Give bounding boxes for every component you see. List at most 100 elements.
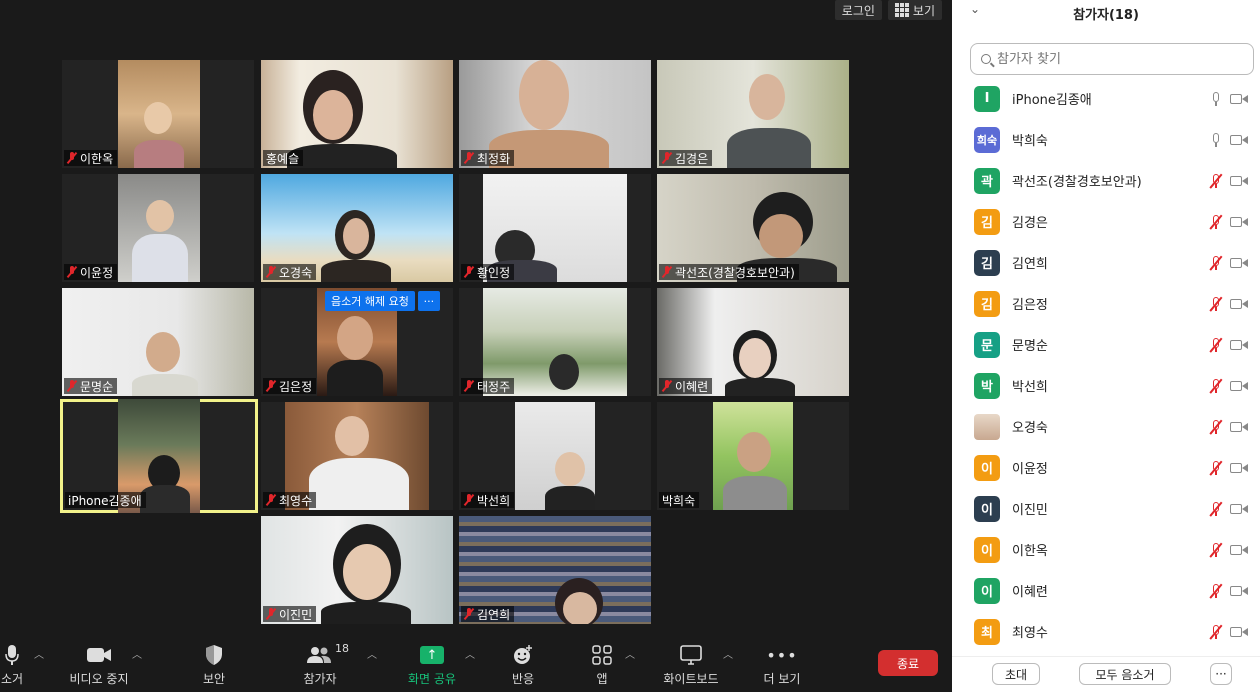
participant-name: 박선희 xyxy=(1012,380,1048,395)
video-camera-icon[interactable] xyxy=(1230,339,1248,351)
participant-row[interactable]: 희숙 박희숙 xyxy=(952,119,1260,160)
video-tile[interactable]: 김연희 xyxy=(459,516,651,624)
more-button[interactable]: ••• 더 보기 xyxy=(762,642,802,687)
login-button[interactable]: 로그인 xyxy=(834,0,882,20)
participant-row[interactable]: 박 박선희 xyxy=(952,365,1260,406)
avatar: 김 xyxy=(974,249,1000,276)
panel-more-button[interactable]: ··· xyxy=(1210,663,1232,685)
video-camera-icon[interactable] xyxy=(1230,503,1248,515)
participant-row[interactable]: 최 최영수 xyxy=(952,611,1260,652)
unmute-request-button[interactable]: 음소거 해제 요청 xyxy=(325,291,415,311)
video-camera-icon[interactable] xyxy=(1230,544,1248,556)
whiteboard-button[interactable]: 화이트보드 xyxy=(660,642,722,687)
mic-muted-icon[interactable] xyxy=(1210,378,1222,393)
participant-name: 이한옥 xyxy=(1012,544,1048,559)
participant-row[interactable]: 김 김은정 xyxy=(952,283,1260,324)
avatar xyxy=(974,413,1000,440)
mic-muted-icon[interactable] xyxy=(1210,624,1222,639)
share-options-caret[interactable]: ︿ xyxy=(465,646,475,661)
participant-row[interactable]: 이 이한옥 xyxy=(952,529,1260,570)
participant-row[interactable]: 오경숙 xyxy=(952,406,1260,447)
participants-options-caret[interactable]: ︿ xyxy=(367,646,377,661)
video-tile[interactable]: 박선희 xyxy=(459,402,651,510)
security-button[interactable]: 보안 xyxy=(198,642,230,687)
participant-row[interactable]: 이 이혜련 xyxy=(952,570,1260,611)
mic-muted-icon[interactable] xyxy=(1210,501,1222,516)
video-tile[interactable]: 황인정 xyxy=(459,174,651,282)
whiteboard-options-caret[interactable]: ︿ xyxy=(723,646,733,661)
video-tile[interactable]: 김경은 xyxy=(657,60,849,168)
video-tile[interactable]: 이윤정 xyxy=(62,174,254,282)
participant-row[interactable]: IiPhone김종애 xyxy=(952,78,1260,119)
apps-button[interactable]: 앱 xyxy=(590,642,614,687)
video-tile[interactable]: 홍예슬 xyxy=(261,60,453,168)
participant-row[interactable]: 문 문명순 xyxy=(952,324,1260,365)
mic-muted-icon[interactable] xyxy=(1210,460,1222,475)
participant-name: 이진민 xyxy=(1012,503,1048,518)
mic-muted-icon xyxy=(464,380,474,392)
end-meeting-button[interactable]: 종료 xyxy=(878,650,938,676)
video-tile[interactable]: 최영수 xyxy=(261,402,453,510)
video-tile[interactable]: 이한옥 xyxy=(62,60,254,168)
video-camera-icon[interactable] xyxy=(1230,462,1248,474)
video-tile[interactable]: 태정주 xyxy=(459,288,651,396)
video-tile[interactable]: 이혜련 xyxy=(657,288,849,396)
video-tile[interactable]: 박희숙 xyxy=(657,402,849,510)
share-label: 화면 공유 xyxy=(408,672,456,686)
tile-more-button[interactable]: ··· xyxy=(417,291,440,311)
participant-name: 김연희 xyxy=(1012,257,1048,272)
mute-all-button[interactable]: 모두 음소거 xyxy=(1079,663,1171,685)
share-screen-button[interactable]: ↑ 화면 공유 xyxy=(404,642,460,687)
video-camera-icon[interactable] xyxy=(1230,175,1248,187)
mic-muted-icon[interactable] xyxy=(1210,419,1222,434)
video-camera-icon[interactable] xyxy=(1230,257,1248,269)
participant-row[interactable]: 곽 곽선조(경찰경호보안과) xyxy=(952,160,1260,201)
search-input[interactable] xyxy=(997,51,1237,67)
microphone-icon[interactable] xyxy=(1210,132,1222,147)
participant-search[interactable] xyxy=(970,43,1254,75)
video-tile[interactable]: 문명순 xyxy=(62,288,254,396)
video-camera-icon[interactable] xyxy=(1230,626,1248,638)
view-button[interactable]: 보기 xyxy=(887,0,942,20)
mic-muted-icon[interactable] xyxy=(1210,296,1222,311)
microphone-icon[interactable] xyxy=(1210,91,1222,106)
video-camera-icon[interactable] xyxy=(1230,216,1248,228)
participant-row[interactable]: 김 김경은 xyxy=(952,201,1260,242)
video-tile[interactable]: 최정화 xyxy=(459,60,651,168)
mute-options-caret[interactable]: ︿ xyxy=(34,646,44,661)
video-camera-icon[interactable] xyxy=(1230,93,1248,105)
video-camera-icon[interactable] xyxy=(1230,585,1248,597)
apps-options-caret[interactable]: ︿ xyxy=(625,646,635,661)
video-tile[interactable]: 오경숙 xyxy=(261,174,453,282)
video-camera-icon[interactable] xyxy=(1230,298,1248,310)
tile-name-tag: 홍예슬 xyxy=(263,150,304,166)
invite-button[interactable]: 초대 xyxy=(992,663,1040,685)
participant-name: 이윤정 xyxy=(1012,462,1048,477)
mute-button[interactable]: 소거 xyxy=(0,642,28,687)
video-options-caret[interactable]: ︿ xyxy=(132,646,142,661)
participant-row[interactable]: 이 이진민 xyxy=(952,488,1260,529)
video-tile[interactable]: 김은정 음소거 해제 요청 ··· xyxy=(261,288,453,396)
video-camera-icon[interactable] xyxy=(1230,134,1248,146)
microphone-icon xyxy=(5,642,19,668)
avatar: 이 xyxy=(974,536,1000,563)
mic-muted-icon[interactable] xyxy=(1210,255,1222,270)
participants-icon xyxy=(307,642,333,668)
stop-video-button[interactable]: 비디오 중지 xyxy=(66,642,132,687)
mic-muted-icon[interactable] xyxy=(1210,173,1222,188)
security-label: 보안 xyxy=(202,672,226,686)
video-camera-icon[interactable] xyxy=(1230,421,1248,433)
reactions-button[interactable]: 반응 xyxy=(508,642,538,687)
mic-muted-icon[interactable] xyxy=(1210,583,1222,598)
video-camera-icon[interactable] xyxy=(1230,380,1248,392)
video-tile[interactable]: 이진민 xyxy=(261,516,453,624)
avatar: 희숙 xyxy=(974,126,1000,153)
participant-row[interactable]: 이 이윤정 xyxy=(952,447,1260,488)
mic-muted-icon[interactable] xyxy=(1210,214,1222,229)
video-tile-active-speaker[interactable]: iPhone김종애 xyxy=(60,399,258,513)
mic-muted-icon[interactable] xyxy=(1210,337,1222,352)
video-tile[interactable]: 곽선조(경찰경호보안과) xyxy=(657,174,849,282)
participant-row[interactable]: 김 김연희 xyxy=(952,242,1260,283)
mic-muted-icon[interactable] xyxy=(1210,542,1222,557)
participant-name: 김은정 xyxy=(1012,298,1048,313)
